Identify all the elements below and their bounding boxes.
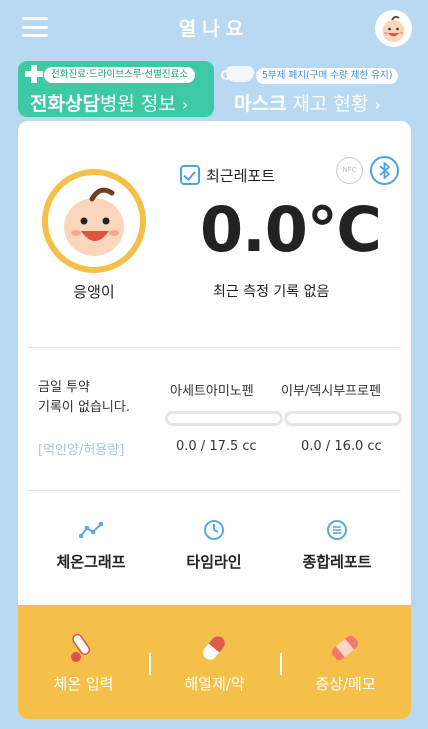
fever-medicine-button[interactable]: 해열제/약	[149, 605, 280, 719]
top-bar: 열나요	[0, 0, 428, 56]
medical-cross-icon	[25, 65, 43, 83]
chevron-right-icon: ›	[181, 95, 189, 114]
phone-consult-banner[interactable]: 전화진료·드라이브스루·선별진료소 전화상담병원 정보 ›	[18, 61, 214, 117]
phone-consult-title: 전화상담병원 정보 ›	[30, 93, 189, 115]
baby-avatar-icon[interactable]	[375, 10, 412, 47]
temperature-input-label: 체온 입력	[53, 675, 114, 693]
timeline-button[interactable]: 타임라인	[154, 519, 274, 579]
total-report-label: 종합레포트	[302, 553, 372, 571]
thermometer-icon	[71, 633, 91, 662]
drug-progress-bar-acetaminophen	[165, 411, 283, 426]
recent-report-label[interactable]: 최근레포트	[206, 165, 275, 186]
drug-progress-bar-ibuprofen	[284, 411, 402, 426]
drug-name-ibuprofen: 이부/덱시부프로펜	[281, 384, 382, 399]
main-card: 응앵이 최근레포트 NFC 0.0℃ 최근 측정 기록 없음 금일 투약 기록이…	[18, 121, 411, 719]
temperature-graph-label: 체온그래프	[56, 553, 126, 571]
fever-medicine-label: 해열제/약	[184, 675, 245, 693]
phone-consult-pill: 전화진료·드라이브스루·선별진료소	[44, 67, 196, 83]
bottom-action-bar: 체온 입력 해열제/약 증상/메모	[18, 605, 411, 719]
pill-capsule-icon	[203, 636, 225, 660]
drug-name-acetaminophen: 아세트아미노펜	[170, 384, 254, 399]
divider	[28, 347, 401, 348]
mask-stock-pill: 5부제 폐지(구매 수량 제한 유지)	[256, 68, 399, 84]
temperature-value: 0.0℃	[200, 193, 382, 266]
nfc-icon[interactable]: NFC	[336, 157, 363, 184]
mask-icon	[221, 66, 254, 82]
baby-name: 응앵이	[73, 283, 115, 301]
drug-amount-acetaminophen: 0.0 / 17.5 cc	[176, 439, 257, 454]
baby-profile-icon[interactable]	[42, 169, 146, 273]
temperature-graph-icon	[79, 521, 103, 539]
bandage-icon	[331, 635, 359, 661]
record-status: 최근 측정 기록 없음	[213, 284, 330, 300]
drug-amount-ibuprofen: 0.0 / 16.0 cc	[301, 439, 382, 454]
clock-icon	[204, 520, 224, 540]
temperature-graph-button[interactable]: 체온그래프	[31, 519, 151, 579]
list-icon	[327, 520, 347, 540]
temperature-input-button[interactable]: 체온 입력	[18, 605, 149, 719]
medication-today-text: 금일 투약 기록이 없습니다.	[38, 380, 130, 415]
clipboard-check-icon	[180, 165, 200, 185]
dose-allowance-link[interactable]: [먹인양/허용량]	[38, 439, 124, 458]
total-report-button[interactable]: 종합레포트	[277, 519, 397, 579]
mask-stock-title: 마스크 재고 현황 ›	[234, 93, 381, 115]
symptom-memo-label: 증상/메모	[315, 675, 376, 693]
app-title: 열나요	[178, 18, 250, 40]
divider	[28, 490, 401, 491]
mask-stock-banner[interactable]: 5부제 폐지(구매 수량 제한 유지) 마스크 재고 현황 ›	[220, 61, 416, 117]
symptom-memo-button[interactable]: 증상/메모	[280, 605, 411, 719]
timeline-label: 타임라인	[186, 553, 242, 571]
chevron-right-icon: ›	[374, 95, 381, 114]
bluetooth-icon[interactable]	[370, 156, 399, 185]
